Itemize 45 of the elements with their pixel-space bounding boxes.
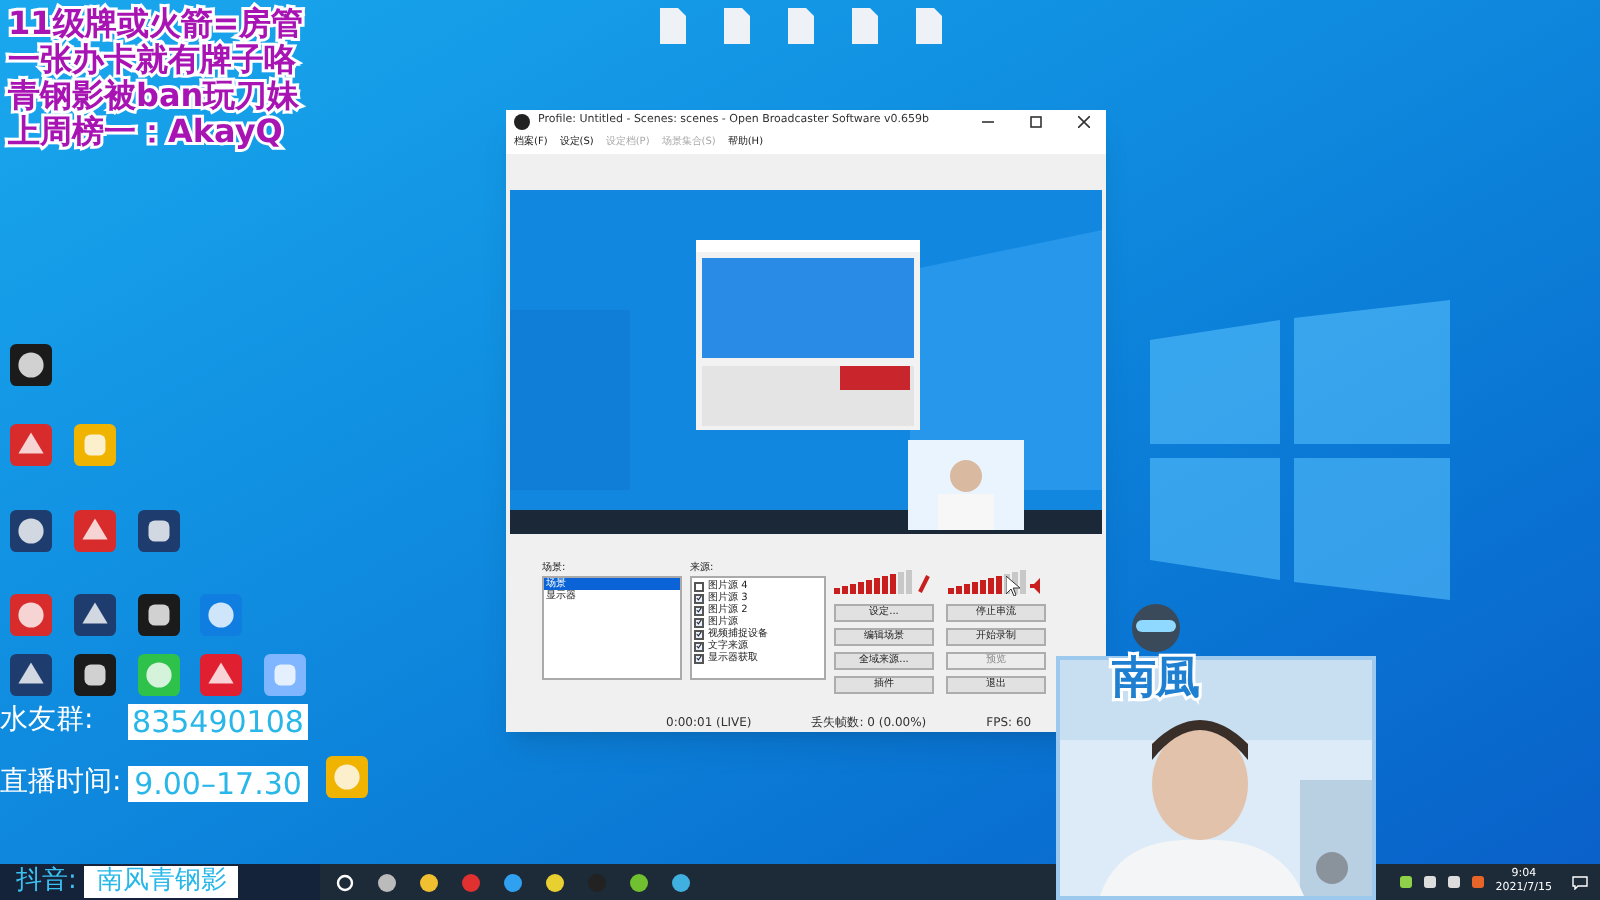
taskbar-app-icon[interactable] — [546, 873, 564, 891]
checkbox[interactable] — [694, 641, 704, 652]
minimize-icon[interactable] — [982, 115, 994, 128]
close-icon[interactable] — [1078, 115, 1090, 128]
overlay-text: 一张办卡就有牌子咯 — [8, 42, 298, 78]
info-value: 9.00–17.30 — [128, 765, 308, 801]
app-logo-icon — [514, 113, 530, 130]
info-value: 835490108 — [128, 703, 308, 739]
taskbar-app-icon[interactable] — [378, 873, 396, 891]
overlay-text: 青钢影被ban玩刀妹 — [8, 78, 302, 114]
app-icon[interactable] — [138, 594, 180, 636]
sticker-text: 南風 — [1112, 656, 1200, 704]
douyin-label: 抖音: — [16, 864, 77, 900]
file-icon[interactable] — [724, 8, 750, 44]
checkbox[interactable] — [694, 593, 704, 604]
checkbox[interactable] — [694, 605, 704, 616]
speaker-icon[interactable] — [1030, 578, 1046, 595]
overlay-text: 上周榜一：AkayQ — [8, 114, 285, 150]
app-icon[interactable] — [10, 344, 52, 386]
checkbox[interactable] — [694, 629, 704, 640]
douyin-value: 南风青钢影 — [84, 866, 239, 898]
app-icon[interactable] — [138, 510, 180, 552]
app-icon[interactable] — [10, 510, 52, 552]
cursor-icon — [1006, 576, 1020, 596]
notification-icon[interactable] — [1572, 875, 1588, 889]
overlay-text: 11级牌或火箭=房管 — [8, 6, 304, 42]
microphone-icon[interactable] — [916, 574, 932, 595]
maximize-icon[interactable] — [1030, 115, 1042, 128]
file-icon[interactable] — [660, 8, 686, 44]
taskbar-app-icon[interactable] — [504, 873, 522, 891]
app-icon[interactable] — [10, 654, 52, 696]
file-icon[interactable] — [788, 8, 814, 44]
info-label: 水友群: — [0, 702, 96, 740]
taskbar-app-icon[interactable] — [672, 873, 690, 891]
file-icon[interactable] — [916, 8, 942, 44]
app-icon[interactable] — [74, 654, 116, 696]
taskbar-app-icon[interactable] — [630, 873, 648, 891]
taskbar-app-icon[interactable] — [420, 873, 438, 891]
search-icon[interactable] — [336, 873, 354, 891]
checkbox[interactable] — [694, 617, 704, 628]
file-icon[interactable] — [852, 8, 878, 44]
app-icon[interactable] — [74, 594, 116, 636]
checkbox[interactable] — [694, 653, 704, 664]
checkbox[interactable] — [694, 581, 704, 592]
info-label: 直播时间: — [0, 764, 120, 802]
